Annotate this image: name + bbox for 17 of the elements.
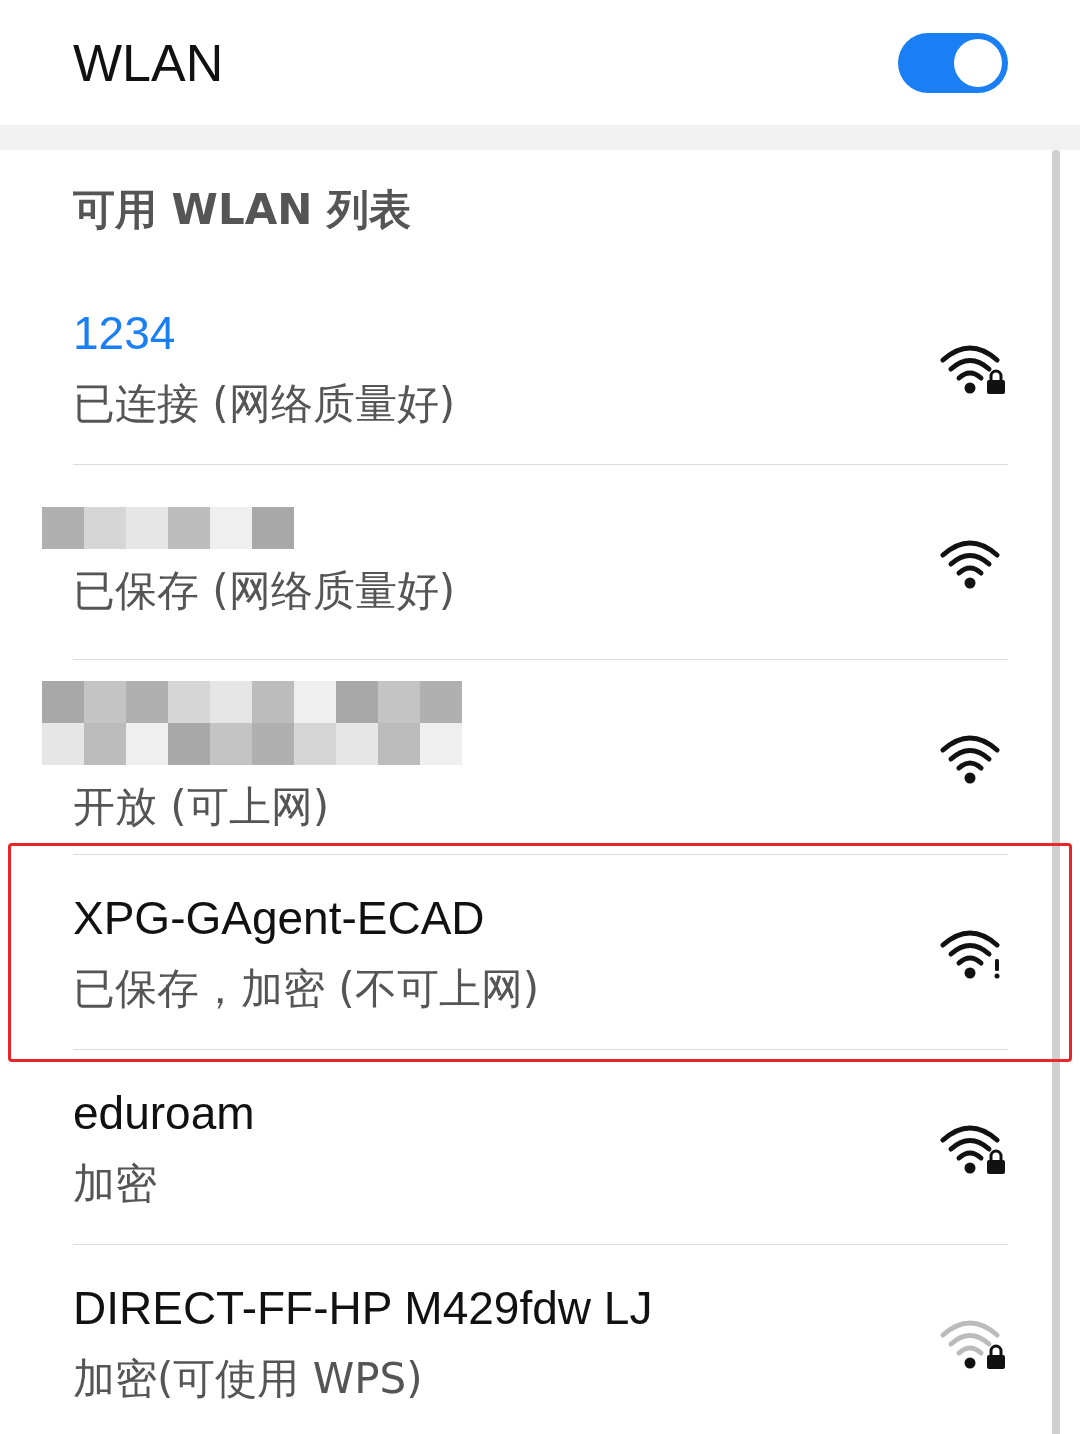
page-title: WLAN	[73, 32, 224, 93]
network-name: DIRECT-FF-HP M429fdw LJ	[73, 1280, 653, 1336]
network-item[interactable]: 开放 (可上网)	[42, 660, 1008, 855]
network-status: 开放 (可上网)	[73, 780, 331, 833]
network-name: eduroam	[73, 1085, 255, 1141]
network-status: 加密(可使用 WPS)	[73, 1352, 424, 1405]
network-item[interactable]: XPG-GAgent-ECAD 已保存，加密 (不可上网)	[42, 855, 1008, 1050]
network-item[interactable]: eduroam 加密	[42, 1050, 1008, 1245]
network-item[interactable]: 已保存 (网络质量好)	[42, 465, 1008, 660]
network-status: 已保存 (网络质量好)	[73, 564, 456, 617]
network-name: XPG-GAgent-ECAD	[73, 890, 486, 946]
section-title: 可用 WLAN 列表	[73, 184, 411, 236]
network-status: 已保存，加密 (不可上网)	[73, 962, 540, 1015]
network-status: 已连接 (网络质量好)	[73, 377, 456, 430]
network-item[interactable]: 1234 已连接 (网络质量好)	[42, 270, 1008, 465]
network-status: 加密	[73, 1157, 158, 1210]
network-name: 1234	[73, 305, 177, 361]
